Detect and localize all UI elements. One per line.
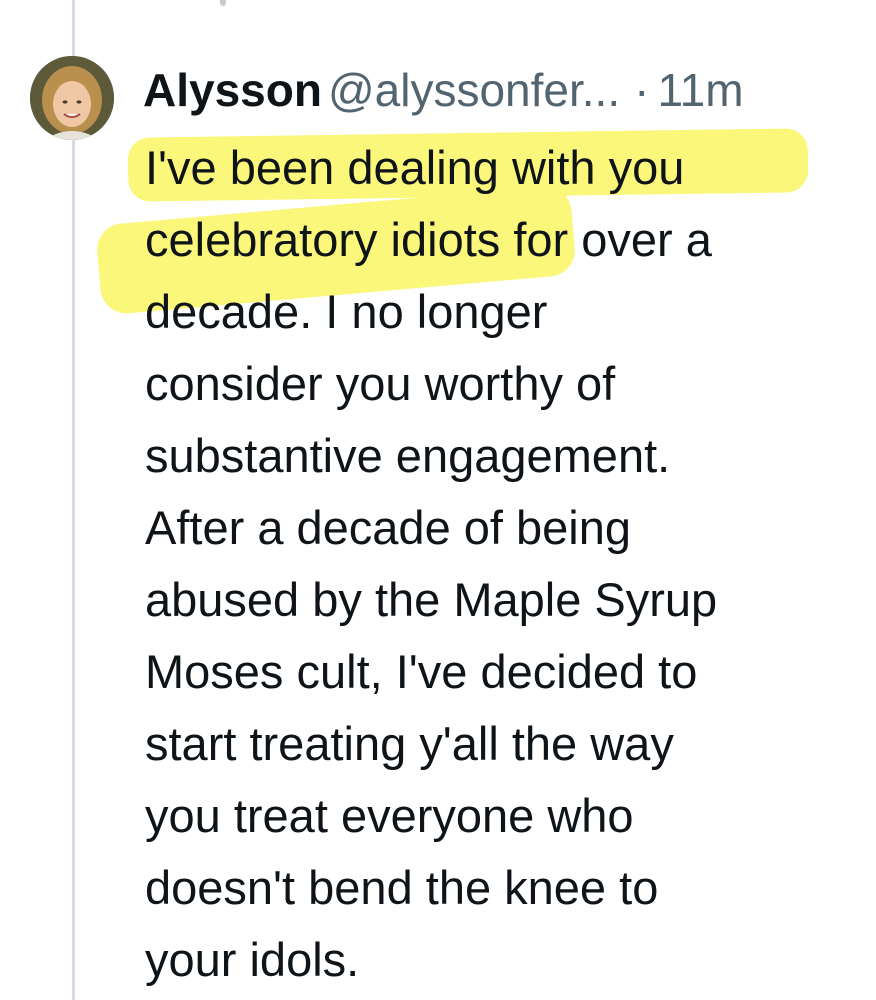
tweet-text-line: you treat everyone who xyxy=(145,789,634,842)
avatar[interactable] xyxy=(30,56,114,140)
tweet-text-line: abused by the Maple Syrup xyxy=(145,573,718,626)
thread-connector-line xyxy=(72,0,75,1000)
author-name[interactable]: Alysson xyxy=(143,64,322,116)
tweet-text-line: doesn't bend the knee to xyxy=(145,861,659,914)
author-handle[interactable]: @alyssonfer... xyxy=(328,64,620,116)
tweet-text-line: celebratory idiots for over a xyxy=(145,213,712,266)
tweet-text-line: substantive engagement. xyxy=(145,429,671,482)
tweet-text-line: decade. I no longer xyxy=(145,285,548,338)
tweet-text-line: After a decade of being xyxy=(145,501,632,554)
timestamp[interactable]: 11m xyxy=(657,64,743,116)
previous-tweet-edge xyxy=(220,0,226,6)
tweet-text-line: consider you worthy of xyxy=(145,357,616,410)
tweet-text-line: Moses cult, I've decided to xyxy=(145,645,698,698)
separator-dot: · xyxy=(634,64,650,116)
tweet-text-line: I've been dealing with you xyxy=(145,141,685,194)
tweet-header: Alysson @alyssonfer... · 11m xyxy=(143,60,744,120)
tweet-text: I've been dealing with you celebratory i… xyxy=(145,132,865,996)
tweet-text-line: your idols. xyxy=(145,933,360,986)
tweet-text-line: start treating y'all the way xyxy=(145,717,674,770)
avatar-photo xyxy=(30,56,114,140)
